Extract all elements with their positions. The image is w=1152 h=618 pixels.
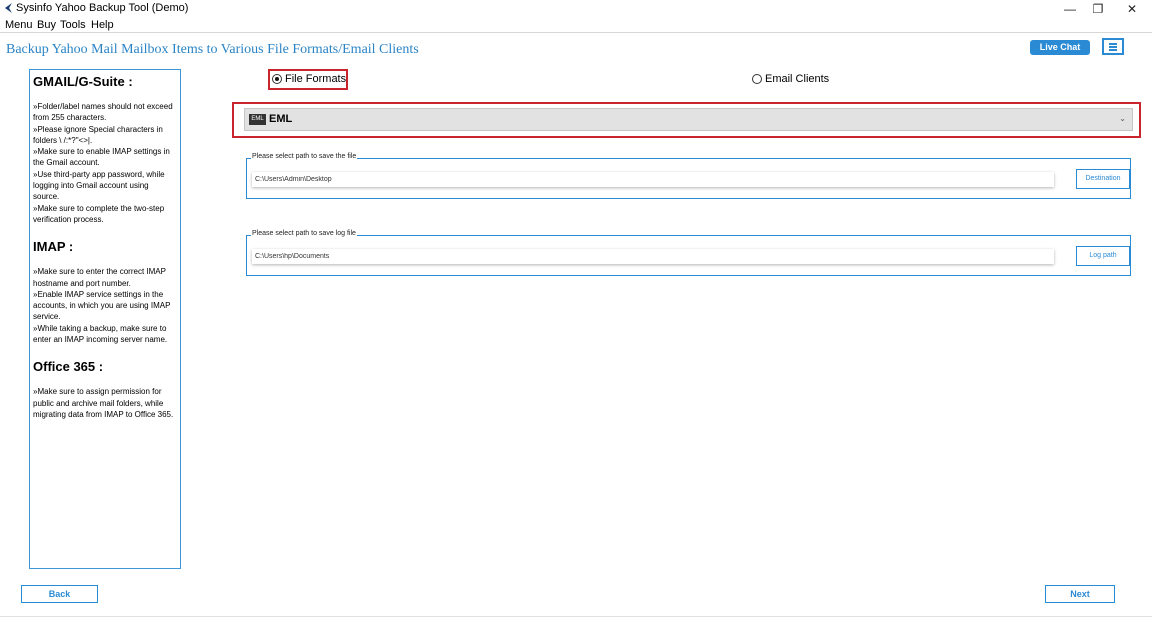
chevron-down-icon: ⌄ [1119, 114, 1126, 123]
eml-file-icon: EML [249, 114, 266, 125]
info-section-office365: Office 365 : »Make sure to assign permis… [33, 359, 177, 420]
menu-item-buy[interactable]: Buy [37, 19, 56, 31]
save-path-group: Please select path to save the file Dest… [246, 153, 1131, 199]
info-panel: GMAIL/G-Suite : »Folder/label names shou… [29, 69, 181, 569]
info-text: »Make sure to enter the correct IMAP hos… [33, 267, 171, 345]
info-section-gmail: GMAIL/G-Suite : »Folder/label names shou… [33, 74, 177, 225]
window-title: Sysinfo Yahoo Backup Tool (Demo) [16, 2, 189, 14]
info-heading: Office 365 : [33, 359, 104, 375]
next-button[interactable]: Next [1045, 585, 1115, 603]
minimize-icon[interactable]: — [1056, 0, 1084, 18]
menu-divider [0, 32, 1152, 33]
log-path-button[interactable]: Log path [1076, 246, 1130, 266]
info-heading: GMAIL/G-Suite : [33, 74, 133, 89]
file-formats-label[interactable]: File Formats [285, 73, 346, 85]
info-section-imap: IMAP : »Make sure to enter the correct I… [33, 239, 177, 345]
app-logo-icon [5, 3, 12, 13]
menu-item-tools[interactable]: Tools [60, 19, 86, 31]
log-path-legend: Please select path to save log file [251, 230, 357, 237]
info-text: »Folder/label names should not exceed fr… [33, 102, 173, 224]
log-path-group: Please select path to save log file Log … [246, 230, 1131, 276]
close-icon[interactable]: ✕ [1118, 0, 1146, 18]
log-path-input[interactable] [252, 249, 1054, 264]
info-heading: IMAP : [33, 239, 74, 255]
format-select[interactable]: EML EML ⌄ [244, 108, 1133, 131]
format-select-value: EML [269, 113, 293, 125]
menu-item-help[interactable]: Help [91, 19, 114, 31]
page-title: Backup Yahoo Mail Mailbox Items to Vario… [6, 42, 419, 57]
destination-button[interactable]: Destination [1076, 169, 1130, 189]
title-bar: Sysinfo Yahoo Backup Tool (Demo) — ❐ ✕ [0, 0, 1152, 18]
email-clients-radio[interactable] [752, 74, 762, 84]
menu-bar: Menu Buy Tools Help [0, 18, 1152, 32]
footer-divider [0, 616, 1152, 617]
save-path-input[interactable] [252, 172, 1054, 187]
menu-item-menu[interactable]: Menu [5, 19, 33, 31]
restore-icon[interactable]: ❐ [1084, 0, 1112, 18]
email-clients-label[interactable]: Email Clients [765, 73, 829, 85]
save-path-legend: Please select path to save the file [251, 153, 358, 160]
live-chat-button[interactable]: Live Chat [1030, 40, 1090, 55]
info-text: »Make sure to assign permission for publ… [33, 387, 174, 419]
hamburger-icon[interactable] [1102, 38, 1124, 55]
file-formats-radio[interactable] [272, 74, 282, 84]
back-button[interactable]: Back [21, 585, 98, 603]
